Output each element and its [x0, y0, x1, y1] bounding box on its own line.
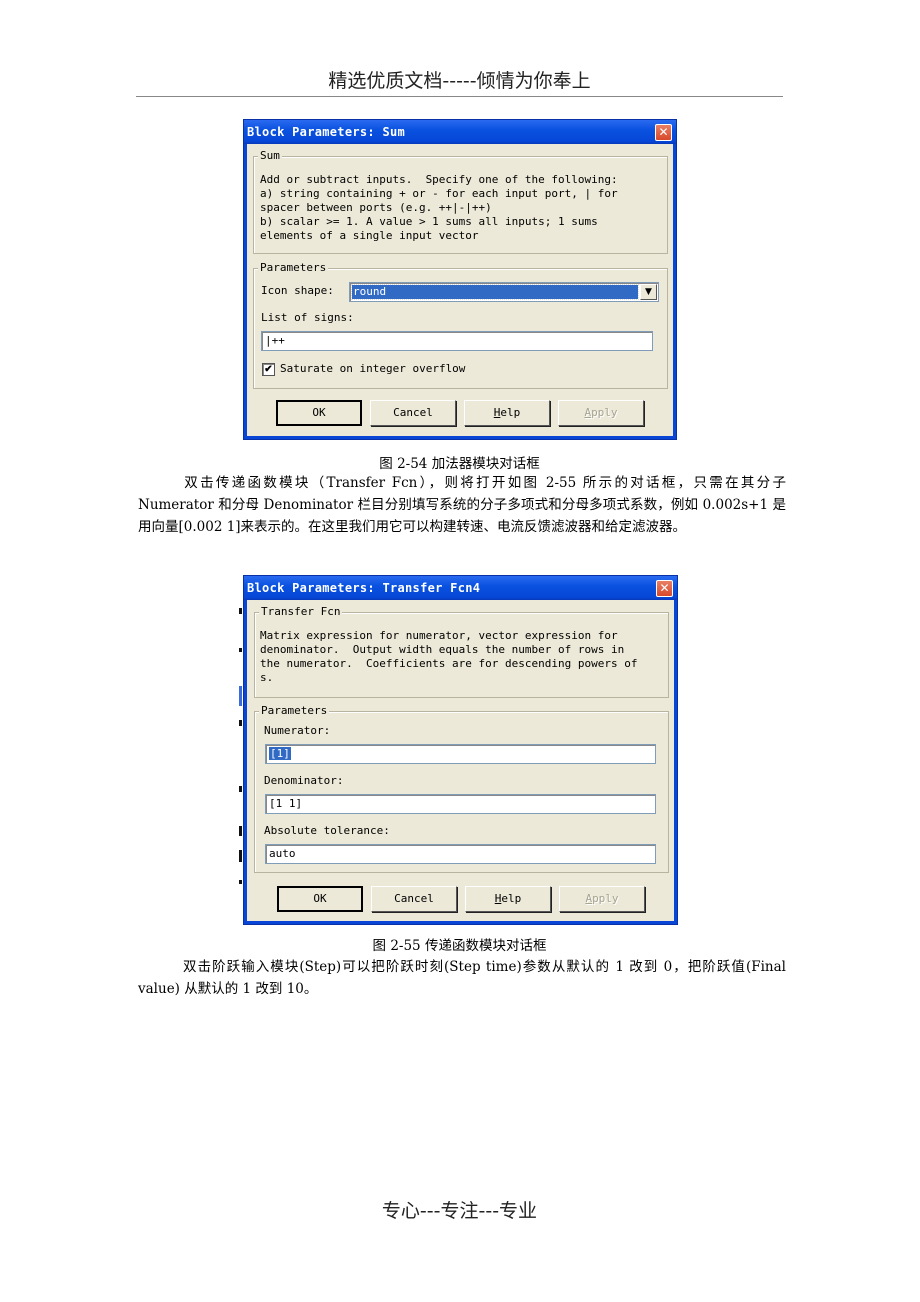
sum-group-label: Sum — [258, 149, 282, 163]
icon-shape-label: Icon shape: — [261, 284, 334, 297]
page-footer: 专心---专注---专业 — [381, 1200, 538, 1222]
list-of-signs-input[interactable]: |++ — [261, 331, 653, 351]
apply-label-rest: pply — [592, 892, 619, 905]
edge-artifacts — [239, 600, 242, 900]
cancel-button[interactable]: Cancel — [370, 400, 456, 426]
sum-dialog-titlebar[interactable]: Block Parameters: Sum ✕ — [244, 120, 676, 144]
help-label-rest: elp — [501, 892, 522, 905]
sum-parameters-label: Parameters — [258, 261, 329, 275]
close-icon[interactable]: ✕ — [655, 123, 672, 141]
sum-dialog-title: Block Parameters: Sum — [247, 125, 406, 139]
tf-dialog-title: Block Parameters: Transfer Fcn4 — [247, 581, 481, 595]
cancel-button[interactable]: Cancel — [371, 886, 457, 912]
close-icon[interactable]: ✕ — [656, 579, 673, 597]
tf-description: Matrix expression for numerator, vector … — [260, 629, 638, 684]
help-label-rest: elp — [500, 406, 521, 419]
denominator-label: Denominator: — [264, 774, 344, 787]
page-header: 精选优质文档-----倾情为你奉上 — [328, 70, 591, 92]
saturate-checkbox[interactable]: ✔ — [262, 363, 275, 376]
transfer-fcn-dialog: Block Parameters: Transfer Fcn4 ✕ Transf… — [243, 575, 678, 925]
apply-button[interactable]: Apply — [558, 400, 644, 426]
denominator-input[interactable]: [1 1] — [265, 794, 656, 814]
tf-group-label: Transfer Fcn — [259, 605, 343, 619]
paragraph-step: 双击阶跃输入模块(Step)可以把阶跃时刻(Step time)参数从默认的 1… — [138, 956, 786, 1000]
apply-label-rest: pply — [591, 406, 618, 419]
tf-description-group: Transfer Fcn Matrix expression for numer… — [254, 605, 669, 698]
paragraph-step-text: 双击阶跃输入模块(Step)可以把阶跃时刻(Step time)参数从默认的 1… — [138, 959, 786, 997]
icon-shape-value: round — [351, 284, 639, 300]
sum-dialog: Block Parameters: Sum ✕ Sum Add or subtr… — [243, 119, 677, 440]
header-rule — [136, 96, 783, 97]
numerator-input[interactable]: [1] — [265, 744, 656, 764]
absolute-tolerance-label: Absolute tolerance: — [264, 824, 390, 837]
numerator-label: Numerator: — [264, 724, 331, 737]
numerator-value: [1] — [269, 747, 291, 760]
tf-parameters-group: Parameters Numerator: [1] Denominator: [… — [254, 704, 669, 873]
figure-caption-2-55: 图 2-55 传递函数模块对话框 — [372, 938, 547, 954]
paragraph-transfer-fcn-text: 双击传递函数模块（Transfer Fcn），则将打开如图 2-55 所示的对话… — [138, 475, 786, 535]
sum-description: Add or subtract inputs. Specify one of t… — [260, 173, 618, 242]
apply-button[interactable]: Apply — [559, 886, 645, 912]
ok-button[interactable]: OK — [276, 400, 362, 426]
figure-caption-2-54: 图 2-54 加法器模块对话框 — [379, 456, 540, 472]
paragraph-transfer-fcn: 双击传递函数模块（Transfer Fcn），则将打开如图 2-55 所示的对话… — [138, 472, 786, 538]
help-button[interactable]: Help — [465, 886, 551, 912]
sum-description-group: Sum Add or subtract inputs. Specify one … — [253, 149, 668, 254]
ok-button[interactable]: OK — [277, 886, 363, 912]
tf-dialog-titlebar[interactable]: Block Parameters: Transfer Fcn4 ✕ — [244, 576, 677, 600]
help-button[interactable]: Help — [464, 400, 550, 426]
sum-parameters-group: Parameters Icon shape: round ▼ List of s… — [253, 261, 668, 389]
sum-dialog-client: Sum Add or subtract inputs. Specify one … — [247, 144, 673, 436]
tf-dialog-client: Transfer Fcn Matrix expression for numer… — [247, 600, 674, 921]
absolute-tolerance-input[interactable]: auto — [265, 844, 656, 864]
saturate-label: Saturate on integer overflow — [280, 362, 466, 375]
icon-shape-select[interactable]: round ▼ — [349, 282, 659, 302]
tf-parameters-label: Parameters — [259, 704, 330, 718]
list-of-signs-label: List of signs: — [261, 311, 354, 324]
chevron-down-icon[interactable]: ▼ — [640, 284, 657, 300]
